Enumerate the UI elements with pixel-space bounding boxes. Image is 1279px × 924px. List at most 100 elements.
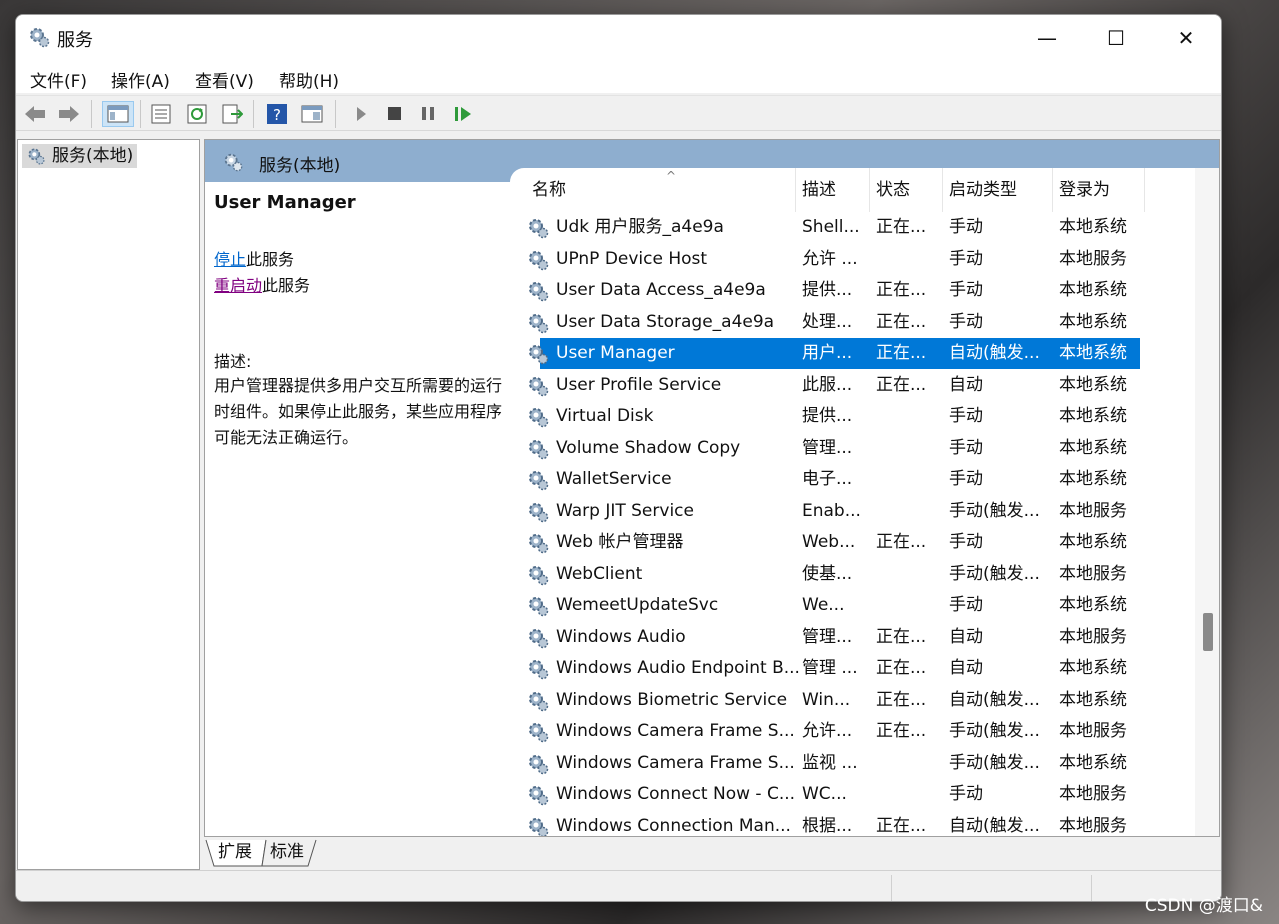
menu-help[interactable]: 帮助(H) <box>279 67 339 92</box>
menu-action[interactable]: 操作(A) <box>111 67 170 92</box>
service-status: 正在... <box>876 217 927 237</box>
service-description: 管理... <box>802 626 853 647</box>
column-header-logon-as[interactable]: 登录为 <box>1053 168 1145 212</box>
service-description: 提供... <box>802 406 853 426</box>
column-header-description[interactable]: 描述 <box>796 168 870 212</box>
refresh-icon[interactable] <box>184 101 210 127</box>
column-header-startup-type[interactable]: 启动类型 <box>943 168 1053 212</box>
service-logon-as: 本地系统 <box>1059 532 1127 552</box>
service-logon-as: 本地系统 <box>1059 689 1127 710</box>
pause-service-icon[interactable] <box>415 101 441 127</box>
help-icon[interactable]: ? <box>264 101 290 127</box>
services-gear-icon <box>224 153 243 172</box>
service-row[interactable]: WemeetUpdateSvc We... 手动 本地系统 <box>510 590 1190 621</box>
service-startup-type: 手动 <box>949 248 983 269</box>
services-rows: Udk 用户服务_a4e9a Shell... 正在... 手动 本地系统 UPnP De… <box>510 212 1190 836</box>
service-row[interactable]: Udk 用户服务_a4e9a Shell... 正在... 手动 本地系统 <box>510 212 1190 243</box>
start-service-icon[interactable] <box>348 101 374 127</box>
properties-icon[interactable] <box>148 101 174 127</box>
service-row[interactable]: Virtual Disk 提供... 手动 本地系统 <box>510 401 1190 432</box>
service-row[interactable]: Warp JIT Service Enab... 手动(触发... 本地服务 <box>510 496 1190 527</box>
menu-view[interactable]: 查看(V) <box>195 67 254 92</box>
sort-indicator: ^ <box>666 169 677 183</box>
window-title: 服务 <box>57 30 93 51</box>
service-row[interactable]: Windows Audio 管理... 正在... 自动 本地服务 <box>510 622 1190 653</box>
service-startup-type: 手动 <box>949 469 983 489</box>
restart-action: 重启动此服务 <box>214 276 311 295</box>
service-logon-as: 本地系统 <box>1059 217 1127 237</box>
service-row[interactable]: Windows Connection Man... 根据... 正在... 自动(触发… <box>510 811 1190 836</box>
service-gear-icon <box>529 313 549 333</box>
service-description: 允许 ... <box>802 248 858 269</box>
service-logon-as: 本地服务 <box>1059 248 1127 269</box>
back-icon[interactable] <box>22 101 48 127</box>
service-gear-icon <box>529 534 549 554</box>
service-startup-type: 自动(触发... <box>949 815 1040 836</box>
service-name: Windows Audio Endpoint B... <box>556 658 800 678</box>
service-description: Enab... <box>802 500 861 521</box>
service-row[interactable]: User Data Storage_a4e9a 处理... 正在... 手动 本地系统 <box>510 307 1190 338</box>
service-row[interactable]: Windows Connect Now - C... WC... 手动 本地服务 <box>510 779 1190 810</box>
stop-service-icon[interactable] <box>381 101 407 127</box>
service-row[interactable]: Windows Camera Frame S... 允许... 正在... 手动(触发… <box>510 716 1190 747</box>
stop-service-link[interactable]: 停止 <box>214 250 246 269</box>
service-name: Virtual Disk <box>556 406 654 426</box>
service-row[interactable]: User Profile Service 此服... 正在... 自动 本地系统 <box>510 370 1190 401</box>
service-row[interactable]: User Data Access_a4e9a 提供... 正在... 手动 本地系统 <box>510 275 1190 306</box>
title-bar[interactable]: 服务 — ☐ ✕ <box>16 15 1221 61</box>
toolbar: ? <box>16 95 1221 131</box>
close-button[interactable]: ✕ <box>1163 21 1209 55</box>
tab-standard[interactable]: 标准 <box>264 839 310 866</box>
service-row[interactable]: Windows Biometric Service Win... 正在... 自动(触… <box>510 685 1190 716</box>
service-startup-type: 手动 <box>949 406 983 426</box>
service-gear-icon <box>529 628 549 648</box>
service-startup-type: 自动(触发... <box>949 343 1040 363</box>
service-row[interactable]: Windows Camera Frame S... 监视 ... 手动(触发... 本… <box>510 748 1190 779</box>
service-status: 正在... <box>876 689 927 710</box>
scrollbar-thumb[interactable] <box>1203 613 1213 651</box>
service-description: We... <box>802 595 845 615</box>
service-startup-type: 手动(触发... <box>949 563 1040 584</box>
service-row[interactable]: Volume Shadow Copy 管理... 手动 本地系统 <box>510 433 1190 464</box>
tree-item-services-local[interactable]: 服务(本地) <box>22 144 138 168</box>
service-name: Web 帐户管理器 <box>556 532 684 552</box>
minimize-button[interactable]: — <box>1024 21 1070 55</box>
service-row[interactable]: WalletService 电子... 手动 本地系统 <box>510 464 1190 495</box>
service-logon-as: 本地服务 <box>1059 563 1127 584</box>
export-list-icon[interactable] <box>219 101 245 127</box>
console-tree-icon[interactable] <box>102 101 134 127</box>
service-gear-icon <box>529 282 549 302</box>
service-name: Windows Camera Frame S... <box>556 721 795 741</box>
service-gear-icon <box>529 471 549 491</box>
services-content: 服务(本地) User Manager 停止此服务 重启动此服务 描述: 用户管… <box>204 139 1220 837</box>
service-description: 管理 ... <box>802 658 858 678</box>
tab-extended[interactable]: 扩展 <box>212 839 258 866</box>
service-gear-icon <box>529 250 549 270</box>
service-name: User Data Storage_a4e9a <box>556 311 775 332</box>
service-name: Windows Connect Now - C... <box>556 784 796 804</box>
service-row[interactable]: Windows Audio Endpoint B... 管理 ... 正在... 自动… <box>510 653 1190 684</box>
svg-text:?: ? <box>273 106 281 124</box>
service-description: 根据... <box>802 815 853 836</box>
service-startup-type: 手动 <box>949 280 983 300</box>
view-icon[interactable] <box>299 101 325 127</box>
forward-icon[interactable] <box>56 101 82 127</box>
resume-service-icon[interactable] <box>450 101 476 127</box>
service-gear-icon <box>529 565 549 585</box>
menu-file[interactable]: 文件(F) <box>30 67 87 92</box>
view-tabs: 扩展 标准 <box>204 839 504 869</box>
vertical-scrollbar[interactable] <box>1195 168 1219 836</box>
service-gear-icon <box>529 408 549 428</box>
column-header-name[interactable]: ^ 名称 <box>526 168 796 212</box>
service-logon-as: 本地系统 <box>1059 752 1127 773</box>
service-startup-type: 手动 <box>949 217 983 237</box>
maximize-button[interactable]: ☐ <box>1093 21 1139 55</box>
restart-service-link[interactable]: 重启动 <box>214 276 262 295</box>
service-row[interactable]: WebClient 使基... 手动(触发... 本地服务 <box>510 559 1190 590</box>
service-row[interactable]: User Manager 用户... 正在... 自动(触发... 本地系统 <box>529 338 1140 369</box>
service-row[interactable]: UPnP Device Host 允许 ... 手动 本地服务 <box>510 244 1190 275</box>
service-gear-icon <box>529 660 549 680</box>
service-row[interactable]: Web 帐户管理器 Web... 正在... 手动 本地系统 <box>510 527 1190 558</box>
service-gear-icon <box>529 691 549 711</box>
column-header-status[interactable]: 状态 <box>870 168 943 212</box>
